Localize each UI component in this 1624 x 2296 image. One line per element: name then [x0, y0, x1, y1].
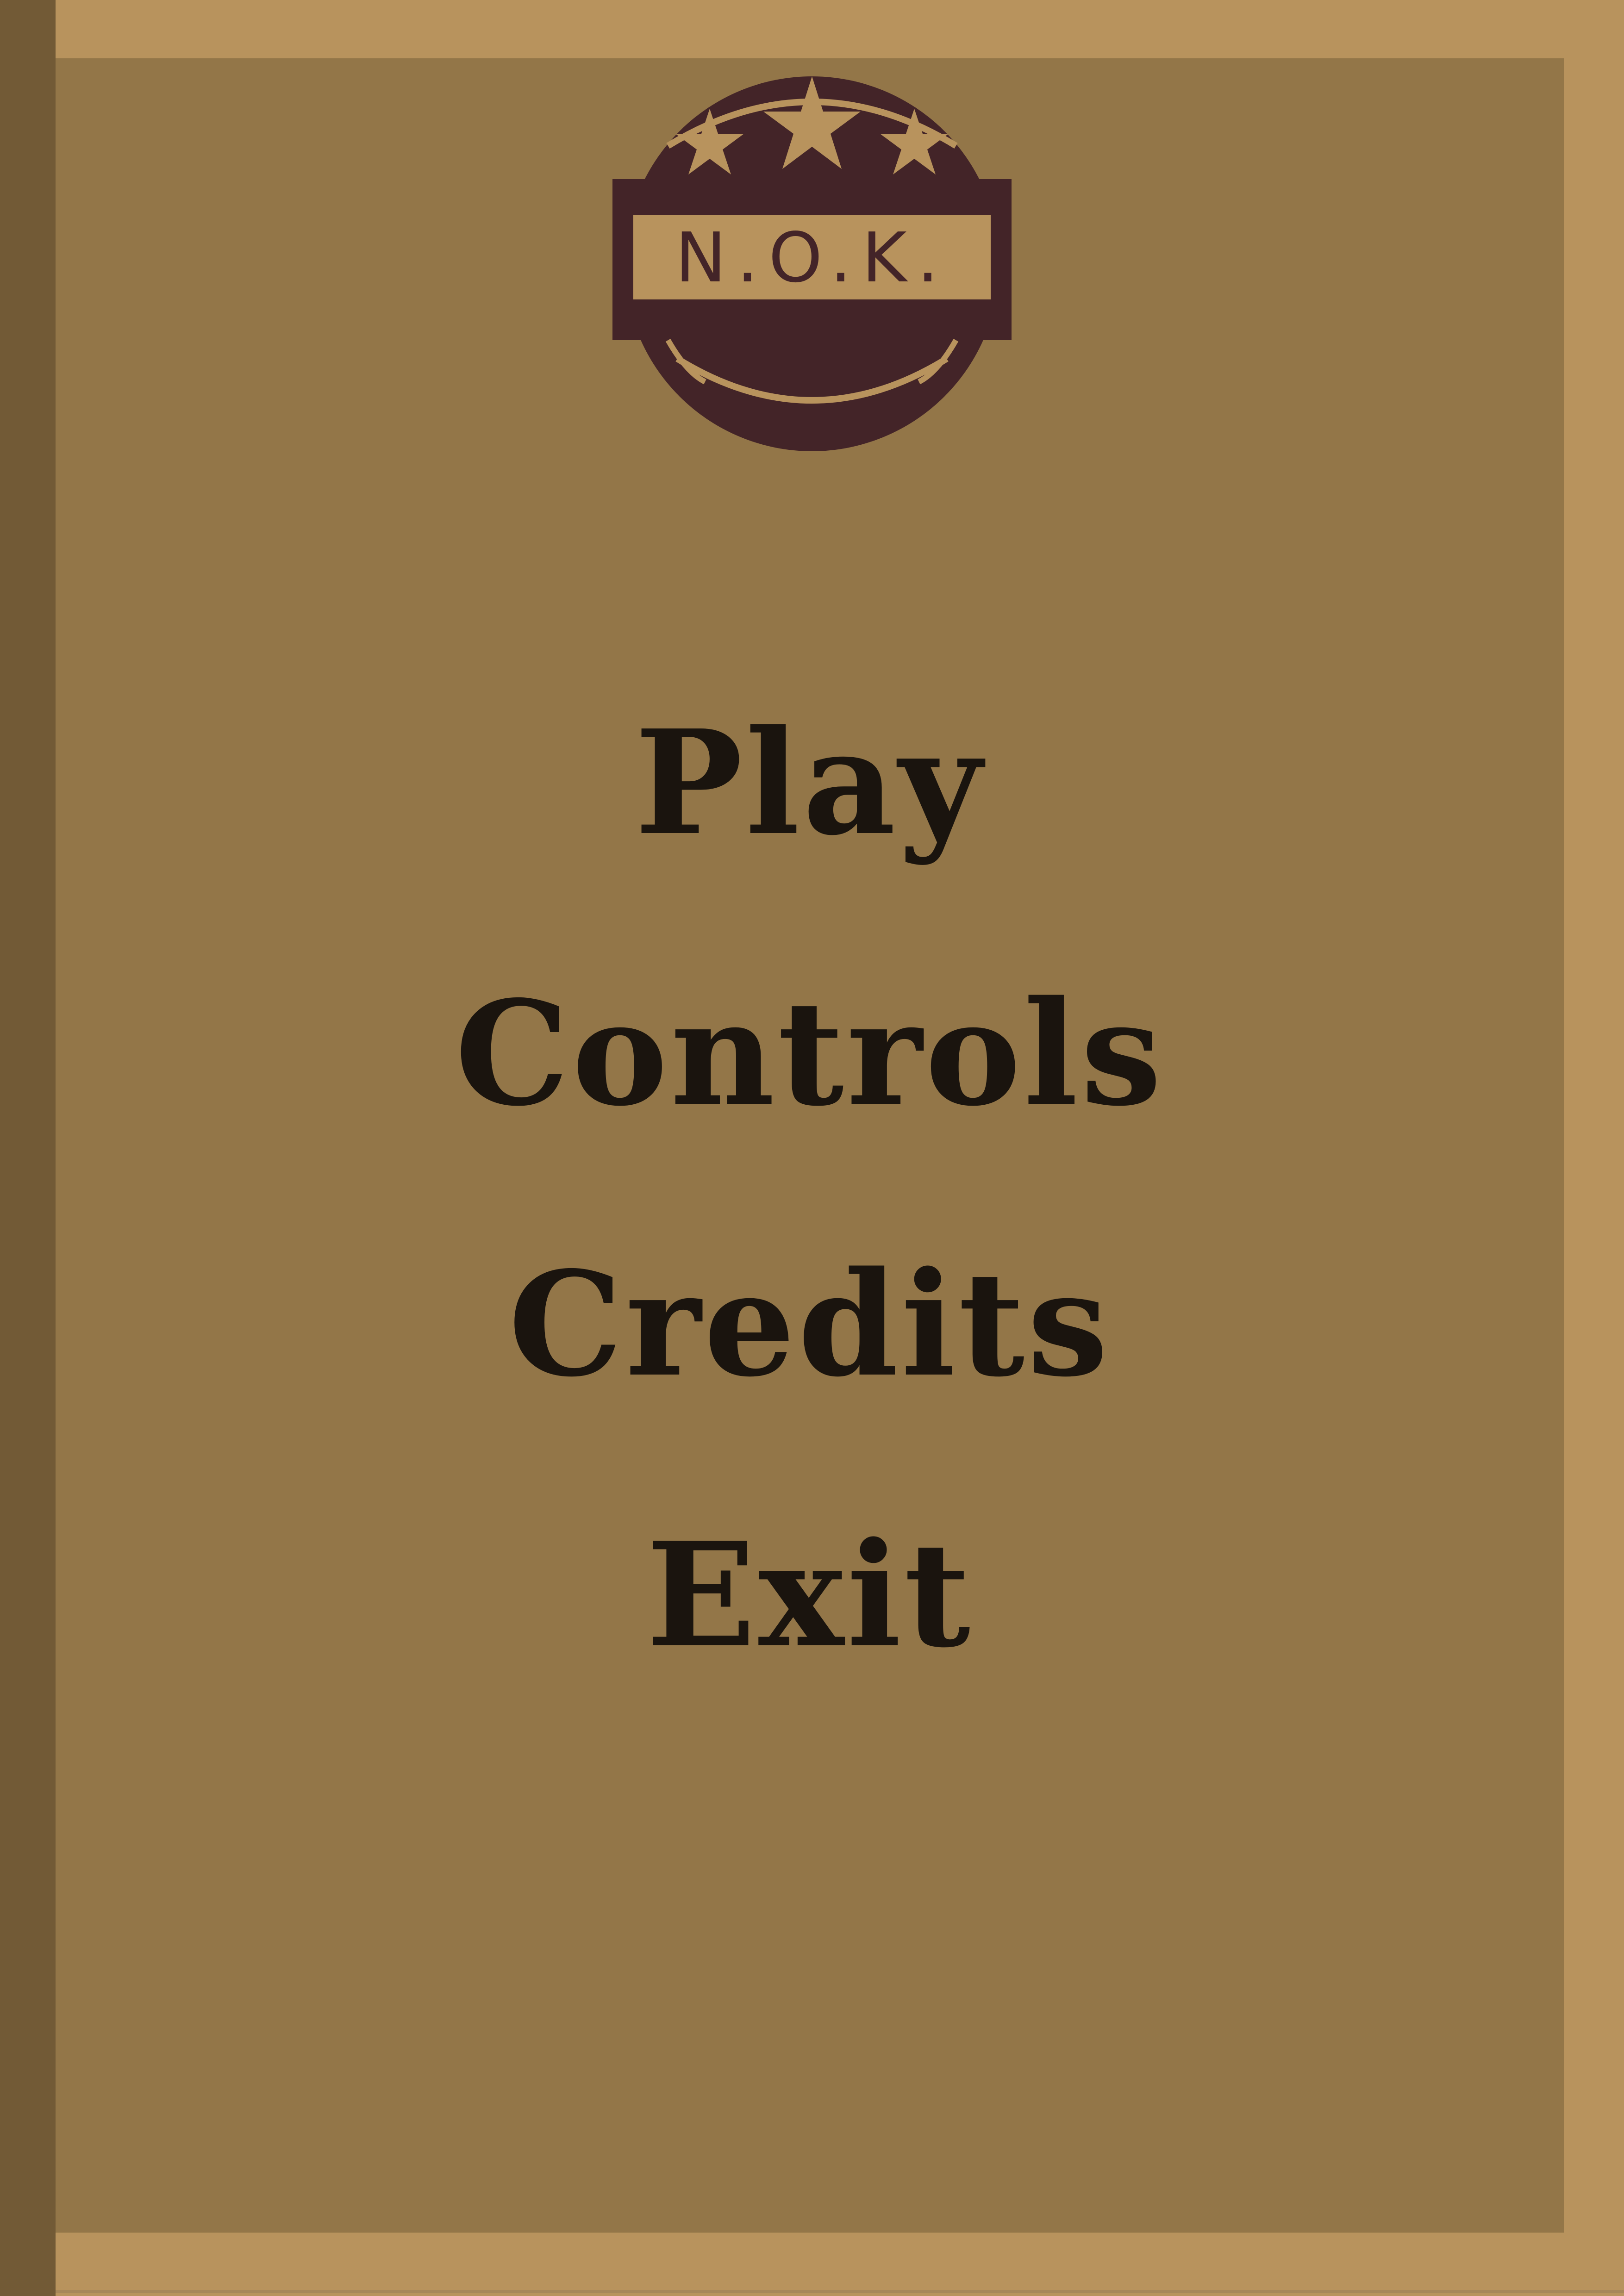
menu-item-exit[interactable]: Exit — [56, 1460, 1564, 1731]
menu-item-credits[interactable]: Credits — [56, 1189, 1564, 1460]
menu-item-play[interactable]: Play — [56, 648, 1564, 919]
logo-text: N.O.K. — [675, 218, 949, 298]
menu-screen: N.O.K. Play Controls Credits Exit — [0, 0, 1624, 2296]
left-spine — [0, 0, 56, 2296]
nok-logo: N.O.K. — [612, 76, 1012, 451]
menu-item-controls[interactable]: Controls — [56, 919, 1564, 1189]
bottom-edge-line — [56, 2290, 1624, 2293]
main-menu: Play Controls Credits Exit — [56, 648, 1564, 1731]
